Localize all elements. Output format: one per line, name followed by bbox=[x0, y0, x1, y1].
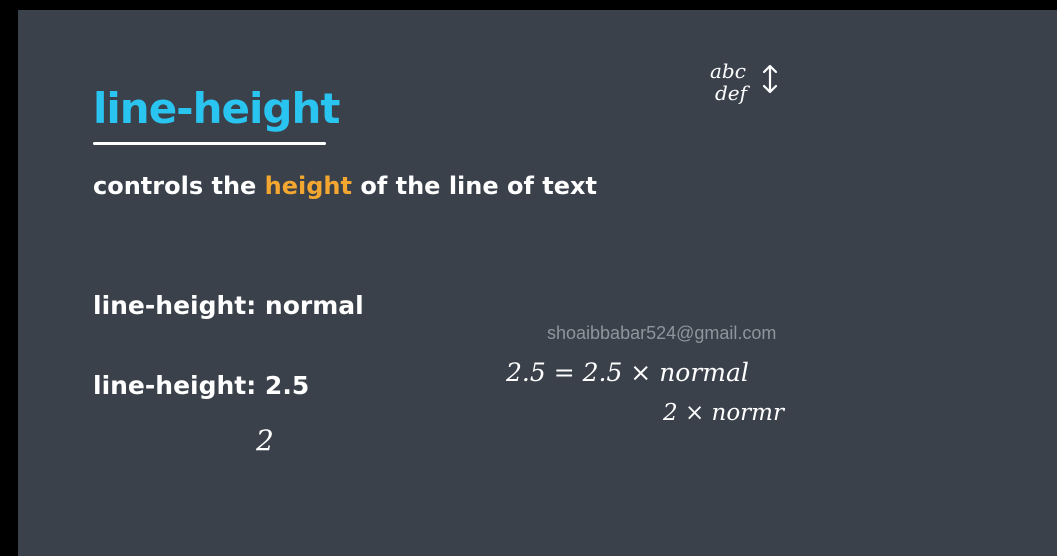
handwritten-def: def bbox=[715, 81, 751, 105]
vertical-arrow-icon bbox=[762, 64, 778, 94]
handwritten-below-equation: 2 × normr bbox=[662, 400, 786, 426]
handwritten-annotations: abc def 2.5 = 2.5 × normal 2 × normr 2 bbox=[255, 59, 786, 457]
handwritten-two: 2 bbox=[255, 424, 274, 457]
handwritten-equation: 2.5 = 2.5 × normal bbox=[505, 358, 749, 387]
slide: line-height controls the height of the l… bbox=[18, 10, 1057, 556]
handwritten-abc: abc bbox=[710, 59, 746, 83]
